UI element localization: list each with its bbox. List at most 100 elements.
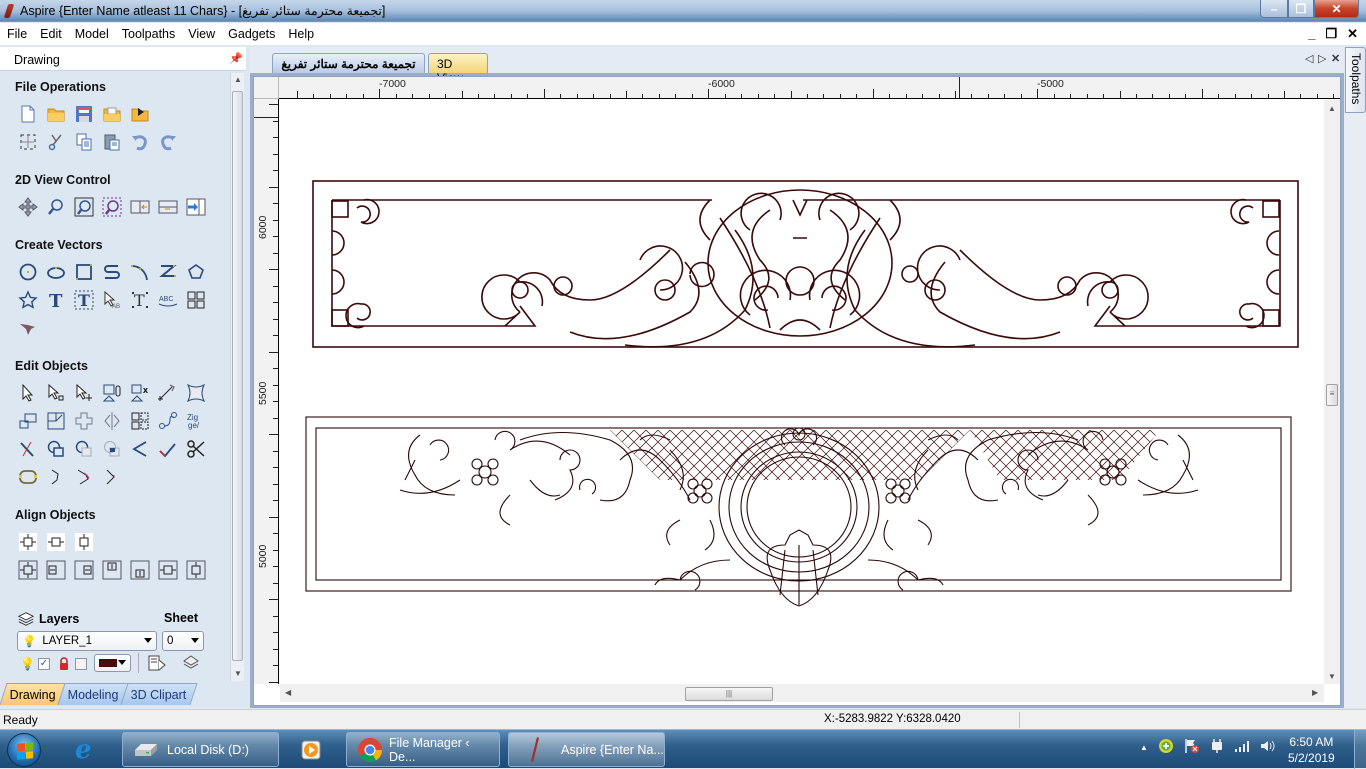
taskbar-media-player[interactable]	[289, 732, 335, 767]
scroll-down-icon[interactable]: ▼	[234, 669, 242, 678]
canvas-horizontal-scrollbar[interactable]: ◀ ||| ▶	[280, 684, 1324, 702]
extend-icon[interactable]	[154, 437, 182, 461]
auto-layout-text-icon[interactable]: T	[126, 288, 154, 312]
toolpaths-tab[interactable]: Toolpaths	[1345, 47, 1366, 113]
polyline-icon[interactable]	[154, 260, 182, 284]
arc-icon[interactable]	[126, 260, 154, 284]
menu-model[interactable]: Model	[69, 27, 115, 41]
maximize-button[interactable]: ❐	[1288, 0, 1314, 18]
tab-next-button[interactable]: ▷	[1318, 52, 1326, 65]
power-plug-icon[interactable]	[1210, 738, 1224, 757]
tab-3d-view[interactable]: 3D View	[428, 53, 488, 85]
fillet-icon[interactable]	[126, 437, 154, 461]
sheet-select[interactable]: 0	[162, 631, 204, 651]
bend-text-icon[interactable]: ABC	[154, 288, 182, 312]
layer-stack-icon[interactable]	[182, 654, 200, 675]
align-v-center-icon[interactable]	[182, 558, 210, 582]
tab-3d-clipart[interactable]: 3D Clipart	[120, 683, 197, 705]
ellipse-icon[interactable]	[42, 260, 70, 284]
join-curve-icon[interactable]	[70, 465, 98, 489]
zoom-selection-icon[interactable]	[98, 195, 126, 219]
s-curve-icon[interactable]	[98, 260, 126, 284]
taskbar-chrome[interactable]: File Manager ‹ De...	[346, 732, 500, 767]
center-horizontal-page-icon[interactable]	[42, 530, 70, 554]
size-icon[interactable]	[42, 409, 70, 433]
align-left-icon[interactable]	[42, 558, 70, 582]
internet-explorer-icon[interactable]: e	[75, 735, 92, 765]
array-icon[interactable]	[182, 288, 210, 312]
join-smooth-icon[interactable]	[98, 465, 126, 489]
taskbar-local-disk[interactable]: Local Disk (D:)	[122, 732, 279, 767]
text-on-curve-icon[interactable]: AB	[98, 288, 126, 312]
mdi-minimize-button[interactable]: _	[1308, 26, 1315, 42]
trim-icon[interactable]	[14, 437, 42, 461]
pin-icon[interactable]: 📌	[229, 52, 243, 65]
open-file-icon[interactable]	[42, 102, 70, 126]
text-icon[interactable]: T	[42, 288, 70, 312]
panel-scroll-thumb[interactable]	[232, 91, 243, 661]
circle-icon[interactable]	[14, 260, 42, 284]
scroll-right-icon[interactable]: ▶	[1312, 688, 1318, 697]
menu-toolpaths[interactable]: Toolpaths	[116, 27, 182, 41]
measure-icon[interactable]	[154, 381, 182, 405]
taskbar-aspire[interactable]: Aspire {Enter Na...	[508, 732, 665, 767]
scissors-icon[interactable]	[182, 437, 210, 461]
mirror-horizontal-icon[interactable]	[98, 409, 126, 433]
open-folder-icon[interactable]	[98, 102, 126, 126]
boolean-union-icon[interactable]	[42, 437, 70, 461]
save-icon[interactable]	[70, 102, 98, 126]
pan-icon[interactable]	[14, 195, 42, 219]
vertical-scroll-thumb[interactable]: ≡	[1326, 384, 1338, 406]
horizontal-scroll-thumb[interactable]: |||	[685, 687, 773, 701]
scroll-left-icon[interactable]: ◀	[285, 688, 291, 697]
boolean-subtract-icon[interactable]	[70, 437, 98, 461]
align-h-center-icon[interactable]	[154, 558, 182, 582]
cut-icon[interactable]	[42, 130, 70, 154]
scroll-up-icon[interactable]: ▲	[1328, 104, 1336, 113]
bird-shape-icon[interactable]	[14, 316, 42, 340]
align-right-icon[interactable]	[70, 558, 98, 582]
network-plus-icon[interactable]	[1158, 738, 1174, 757]
polygon-icon[interactable]	[182, 260, 210, 284]
scale-icon[interactable]	[14, 409, 42, 433]
canvas-vertical-scrollbar[interactable]: ▲ ≡ ▼	[1324, 100, 1340, 684]
center-page-icon[interactable]	[14, 530, 42, 554]
redo-icon[interactable]	[154, 130, 182, 154]
ungroup-icon[interactable]: x	[126, 381, 154, 405]
menu-view[interactable]: View	[182, 27, 221, 41]
select-icon[interactable]	[14, 381, 42, 405]
layer-select[interactable]: 💡 LAYER_1	[17, 631, 157, 651]
start-button[interactable]	[7, 733, 41, 767]
undo-icon[interactable]	[126, 130, 154, 154]
tab-drawing-document[interactable]: تجميعة محترمة ستائر تفريغ	[272, 53, 425, 73]
scroll-up-icon[interactable]: ▲	[234, 75, 242, 84]
node-edit-icon[interactable]	[42, 381, 70, 405]
view-right-icon[interactable]	[182, 195, 210, 219]
menu-file[interactable]: File	[1, 27, 33, 41]
rectangle-icon[interactable]	[70, 260, 98, 284]
view-left-icon[interactable]	[126, 195, 154, 219]
view-split-icon[interactable]	[154, 195, 182, 219]
volume-icon[interactable]	[1260, 739, 1276, 756]
layer-visible-checkbox[interactable]: ✓	[38, 658, 50, 670]
zigzag-icon[interactable]: Zig ge/	[182, 409, 210, 433]
action-center-flag-icon[interactable]	[1184, 738, 1200, 757]
menu-gadgets[interactable]: Gadgets	[222, 27, 281, 41]
signal-strength-icon[interactable]	[1234, 739, 1250, 756]
align-center-icon[interactable]	[14, 558, 42, 582]
transform-icon[interactable]	[70, 381, 98, 405]
show-desktop-button[interactable]	[1354, 730, 1366, 769]
clock[interactable]: 6:50 AM 5/2/2019	[1288, 734, 1335, 766]
array-copy-icon[interactable]	[126, 409, 154, 433]
paste-icon[interactable]	[98, 130, 126, 154]
menu-help[interactable]: Help	[282, 27, 320, 41]
tab-drawing[interactable]: Drawing	[0, 683, 67, 705]
boolean-intersect-icon[interactable]	[98, 437, 126, 461]
layer-manager-icon[interactable]	[148, 654, 168, 675]
scroll-down-icon[interactable]: ▼	[1328, 672, 1336, 681]
select-all-icon[interactable]	[14, 130, 42, 154]
panel-scrollbar[interactable]: ▲ ▼	[230, 73, 244, 681]
join-open-icon[interactable]	[42, 465, 70, 489]
close-button[interactable]: ✕	[1314, 0, 1359, 18]
layer-color-picker[interactable]	[94, 654, 131, 672]
